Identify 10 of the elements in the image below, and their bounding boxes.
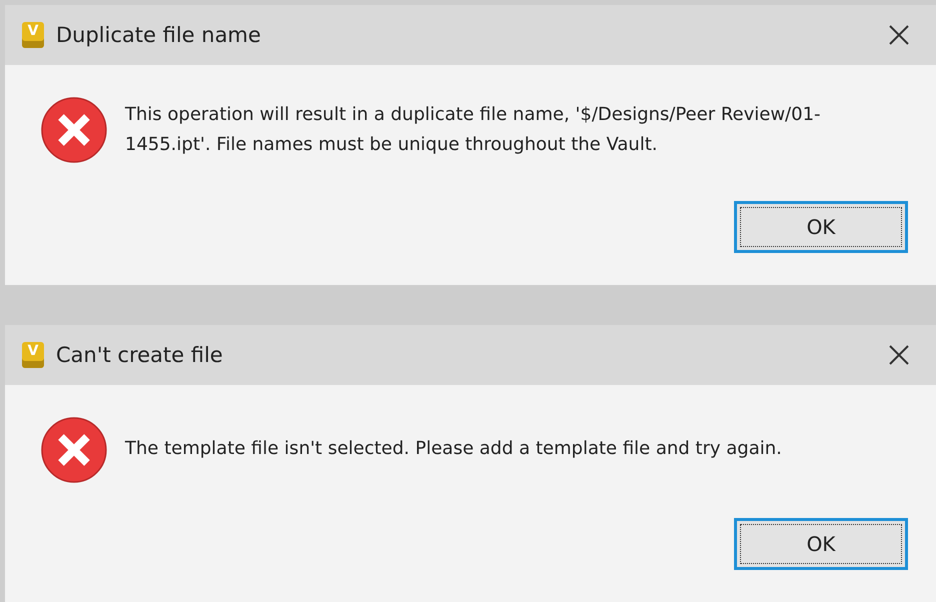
ok-button[interactable]: OK [734, 518, 908, 570]
error-message: The template file isn't selected. Please add a template file and try again. [125, 437, 783, 461]
ok-button[interactable]: OK [734, 201, 908, 253]
app-logo: V [22, 22, 44, 48]
error-icon [41, 97, 107, 163]
error-message: This operation will result in a duplicate file name, '$/Designs/Peer Review/01-1455.ipt'. File names must be unique throughout the Vault. [125, 103, 822, 157]
error-icon [41, 417, 107, 483]
app-logo: V [22, 342, 44, 368]
window-title: Duplicate file name [56, 23, 262, 47]
window-title: Can't create file [56, 343, 224, 367]
